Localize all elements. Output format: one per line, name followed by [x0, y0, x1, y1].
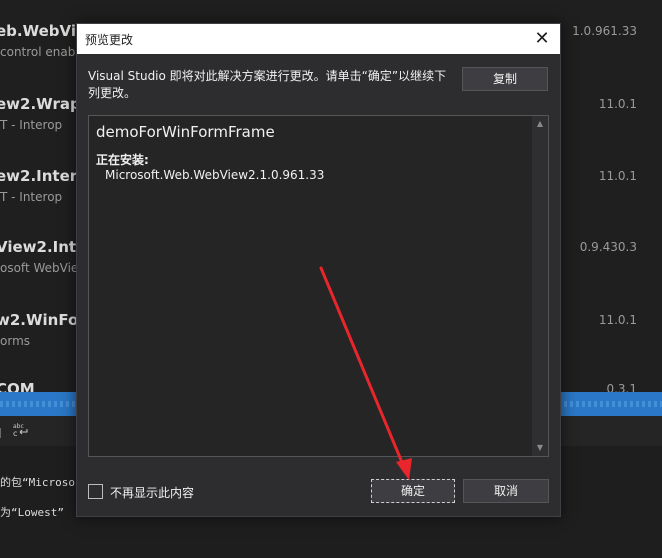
package-name: COM — [0, 380, 35, 392]
dialog-message: Visual Studio 即将对此解决方案进行更改。请单击“确定”以继续下列更… — [88, 69, 447, 100]
toolbar-separator — [0, 428, 1, 438]
ok-button[interactable]: 确定 — [371, 479, 455, 503]
scroll-up-icon[interactable]: ▲ — [532, 116, 548, 132]
dont-show-again-checkbox[interactable] — [88, 484, 103, 499]
vertical-scrollbar[interactable]: ▲ ▼ — [532, 116, 548, 456]
changes-preview-pane: demoForWinFormFrame 正在安装: Microsoft.Web.… — [88, 115, 549, 457]
package-description: osoft WebVie — [0, 261, 79, 275]
dialog-titlebar[interactable]: 预览更改 ✕ — [77, 24, 560, 54]
dont-show-again-label: 不再显示此内容 — [110, 486, 195, 500]
package-version: 1.0.961.33 — [572, 24, 637, 38]
package-name: w2.WinFo — [0, 311, 79, 329]
scroll-down-icon[interactable]: ▼ — [532, 440, 548, 456]
installing-label: 正在安装: — [96, 153, 149, 167]
dialog-title: 预览更改 — [85, 33, 134, 47]
package-description: orms — [0, 334, 31, 348]
package-version: 11.0.1 — [598, 97, 637, 111]
output-line: 的包“Microso — [0, 476, 75, 489]
package-description: T - Interop — [0, 190, 63, 204]
word-wrap-icon[interactable]: abc c — [12, 422, 30, 441]
cancel-button[interactable]: 取消 — [463, 479, 549, 503]
preview-changes-dialog: 预览更改 ✕ Visual Studio 即将对此解决方案进行更改。请单击“确定… — [76, 23, 561, 517]
svg-text:c: c — [13, 429, 17, 438]
package-description: T - Interop — [0, 118, 63, 132]
copy-button[interactable]: 复制 — [462, 67, 548, 91]
package-version: 11.0.1 — [598, 169, 637, 183]
project-name: demoForWinFormFrame — [96, 123, 275, 141]
package-version: 0.3.1 — [606, 382, 637, 392]
package-description: control enabl — [0, 45, 79, 59]
package-version: 11.0.1 — [598, 313, 637, 327]
package-name: View2.Inte — [0, 238, 87, 256]
install-item: Microsoft.Web.WebView2.1.0.961.33 — [105, 168, 325, 182]
output-line: 为“Lowest” — [0, 506, 64, 519]
package-version: 0.9.430.3 — [579, 240, 637, 254]
close-icon[interactable]: ✕ — [530, 27, 554, 51]
